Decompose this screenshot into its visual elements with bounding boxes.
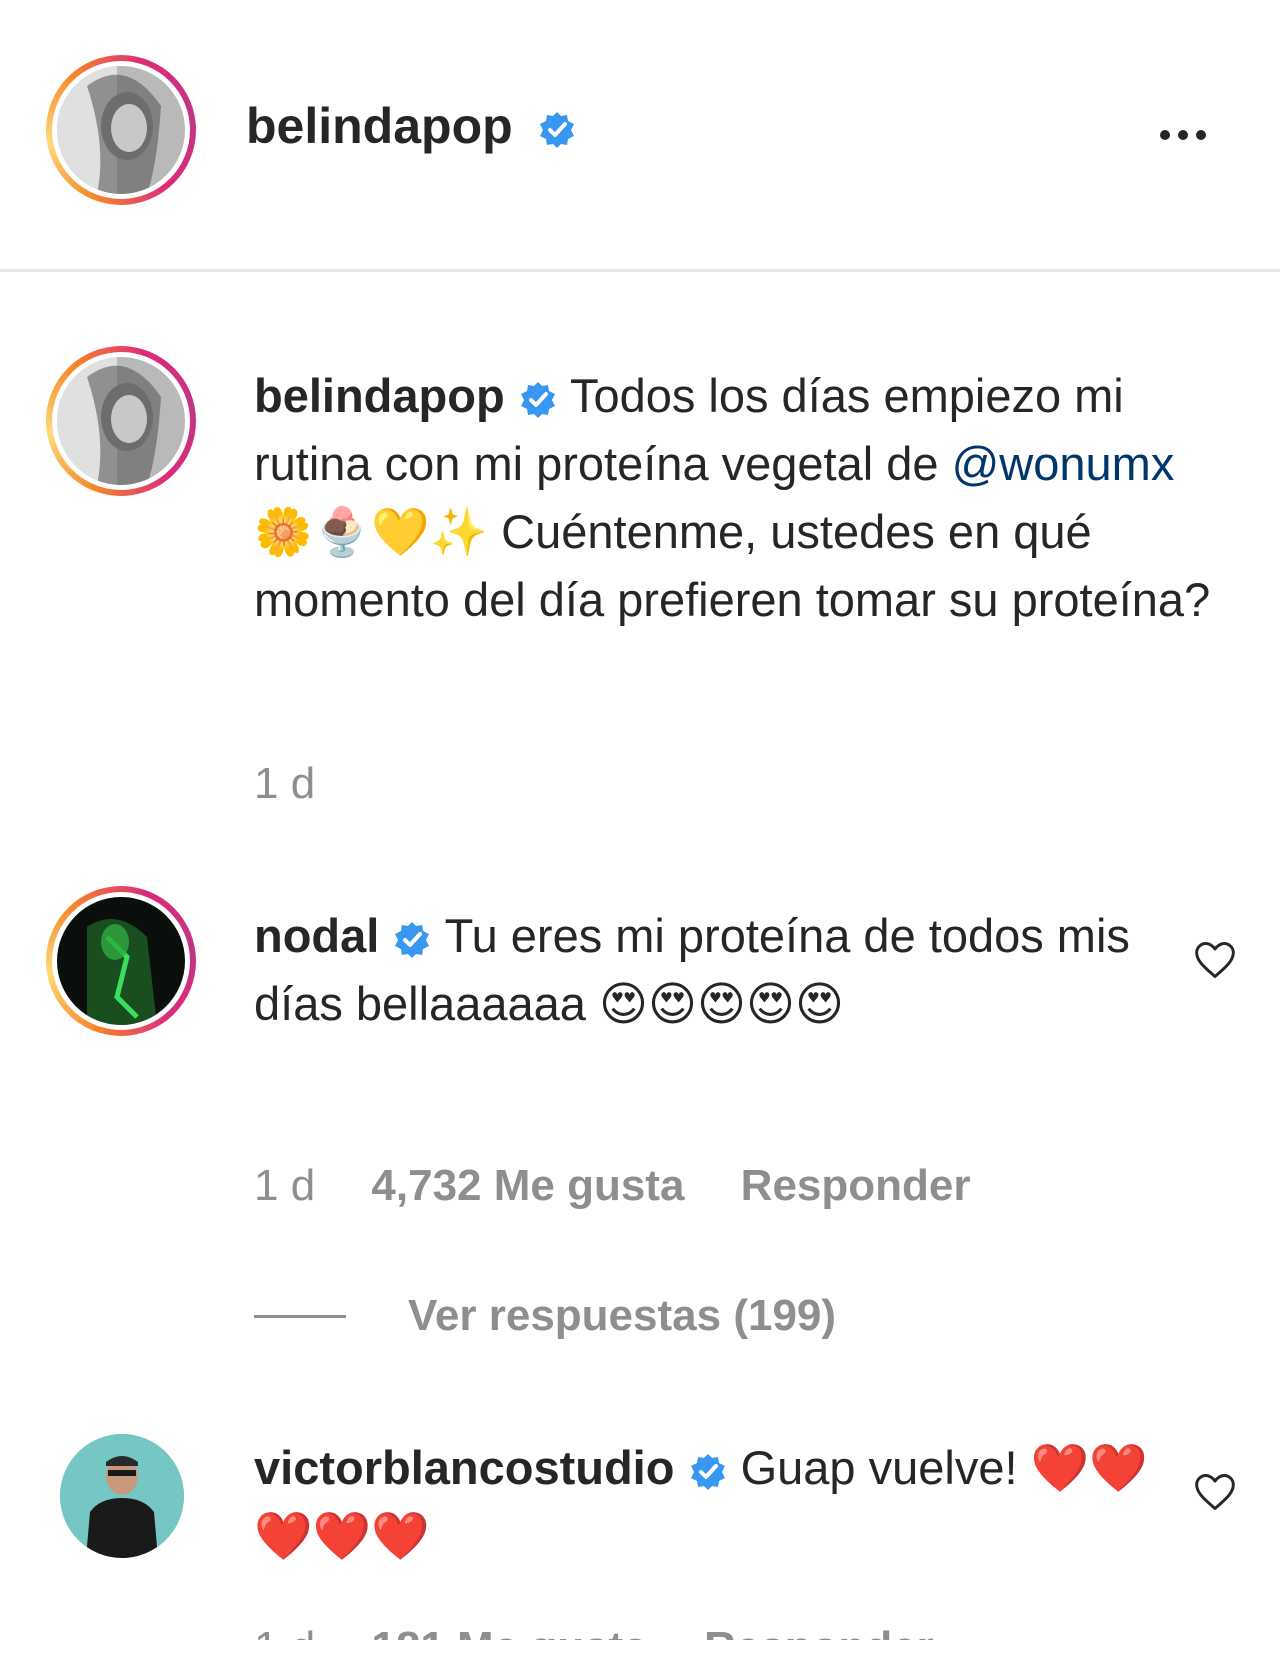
avatar	[60, 1434, 184, 1558]
comment-username[interactable]: victorblancostudio	[254, 1441, 674, 1494]
view-replies-button[interactable]: Ver respuestas (199)	[408, 1288, 836, 1344]
verified-badge-icon	[688, 1452, 728, 1492]
caption-avatar[interactable]	[46, 346, 196, 496]
like-heart-icon[interactable]	[1193, 1470, 1237, 1514]
more-horizontal-icon[interactable]	[1160, 120, 1230, 150]
mention-link[interactable]: @wonumx	[952, 437, 1175, 490]
comment-meta: 1 d 4,732 Me gusta Responder	[254, 1158, 1015, 1214]
caption-emojis: 🌼🍨💛✨	[254, 505, 489, 558]
avatar	[57, 357, 185, 485]
verified-badge-icon	[537, 110, 577, 150]
avatar	[57, 897, 185, 1025]
header-username[interactable]: belindapop	[246, 96, 577, 156]
comment-time[interactable]: 1 d	[254, 1161, 315, 1210]
post-header: belindapop	[0, 0, 1280, 272]
replies-divider	[254, 1315, 346, 1318]
reply-button[interactable]: Responder	[741, 1161, 971, 1210]
verified-badge-icon	[518, 380, 558, 420]
caption-time[interactable]: 1 d	[254, 759, 315, 808]
comment-avatar-victorblancostudio[interactable]	[60, 1434, 184, 1558]
caption-meta: 1 d	[254, 756, 359, 812]
comment-text: victorblancostudio Guap vuelve! ❤️❤️❤️❤️…	[254, 1434, 1184, 1570]
comment-body: Guap vuelve!	[740, 1441, 1018, 1494]
caption-text: belindapop Todos los días empiezo mi rut…	[254, 362, 1234, 634]
avatar	[57, 66, 185, 194]
like-heart-icon[interactable]	[1193, 938, 1237, 982]
story-ring-avatar[interactable]	[46, 55, 196, 205]
comment-emojis: 😍😍😍😍😍	[598, 977, 844, 1030]
caption-username[interactable]: belindapop	[254, 369, 505, 422]
comment-username[interactable]: nodal	[254, 909, 379, 962]
username-text[interactable]: belindapop	[246, 98, 513, 154]
comment-avatar-nodal[interactable]	[46, 886, 196, 1036]
comment-text: nodal Tu eres mi proteína de todos mis d…	[254, 902, 1184, 1038]
verified-badge-icon	[392, 920, 432, 960]
viewport-edge	[0, 1640, 1280, 1661]
comment-likes[interactable]: 4,732 Me gusta	[371, 1161, 684, 1210]
